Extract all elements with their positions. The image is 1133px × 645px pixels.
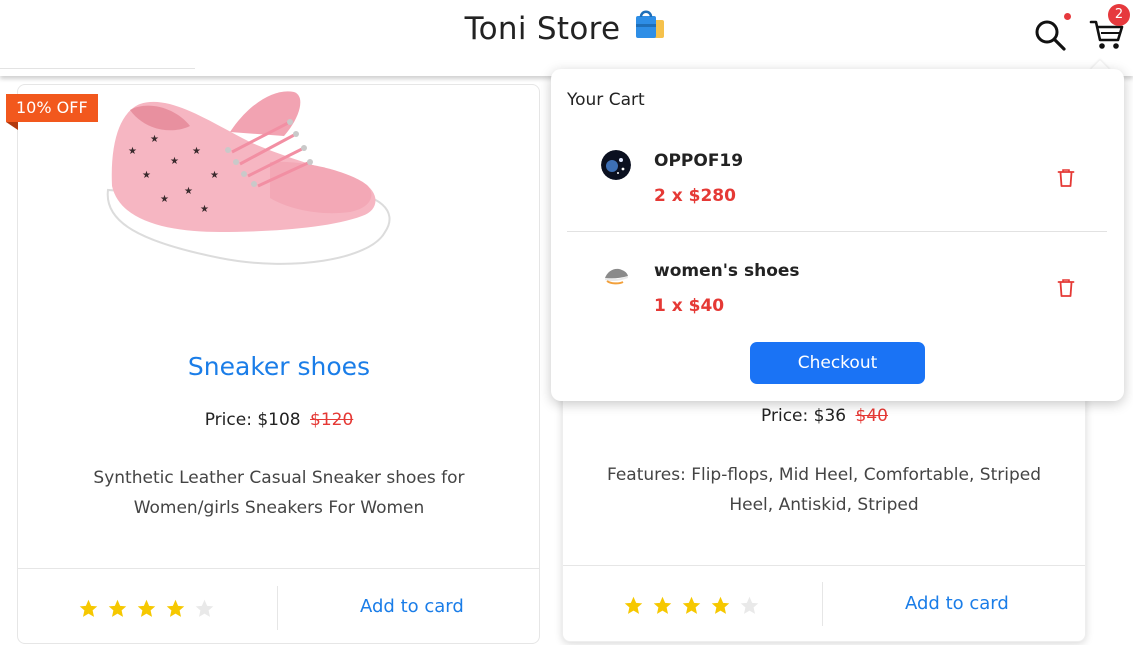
star-icon[interactable] — [681, 595, 702, 616]
add-to-cart-link[interactable]: Add to card — [905, 593, 1009, 614]
svg-text:★: ★ — [200, 204, 209, 215]
cart-heading: Your Cart — [567, 90, 645, 110]
cart-item-name: women's shoes — [654, 261, 800, 281]
cart-item: women's shoes 1 x $40 — [567, 242, 1107, 342]
star-icon[interactable] — [165, 598, 186, 619]
star-icon[interactable] — [107, 598, 128, 619]
cart-dropdown: Your Cart OPPOF19 2 x $280 women's shoes… — [551, 69, 1124, 401]
svg-text:★: ★ — [128, 146, 137, 157]
current-price: Price: $36 — [761, 406, 847, 426]
star-icon[interactable] — [710, 595, 731, 616]
cart-item-thumbnail — [601, 260, 631, 290]
product-description: Features: Flip-flops, Mid Heel, Comforta… — [606, 465, 1042, 515]
product-price: Price: $36 $40 — [563, 406, 1086, 426]
star-icon[interactable] — [136, 598, 157, 619]
old-price: $40 — [855, 406, 888, 426]
top-header: Toni Store 2 — [0, 0, 1133, 76]
shopping-bag-icon — [632, 8, 668, 50]
old-price: $120 — [310, 410, 354, 430]
svg-text:★: ★ — [142, 170, 151, 181]
footer-separator — [277, 586, 278, 630]
cart-item-thumbnail — [601, 150, 631, 180]
trash-icon[interactable] — [1057, 168, 1075, 188]
checkout-button[interactable]: Checkout — [750, 342, 925, 384]
header-underline — [0, 68, 195, 69]
svg-text:★: ★ — [210, 170, 219, 181]
product-title[interactable]: Sneaker shoes — [18, 352, 540, 381]
svg-text:★: ★ — [170, 156, 179, 167]
trash-icon[interactable] — [1057, 278, 1075, 298]
card-footer-divider — [563, 565, 1085, 566]
svg-text:★: ★ — [150, 134, 159, 145]
cart-item-quantity-price: 1 x $40 — [654, 296, 725, 316]
footer-separator — [822, 582, 823, 626]
svg-text:★: ★ — [184, 186, 193, 197]
sneaker-product-image[interactable]: ★ ★ ★ ★ ★ ★ ★ ★ ★ — [100, 82, 460, 282]
discount-badge: 10% OFF — [6, 94, 98, 122]
store-brand[interactable]: Toni Store — [0, 8, 1133, 50]
star-empty-icon[interactable] — [739, 595, 760, 616]
cart-item-name: OPPOF19 — [654, 151, 744, 171]
card-footer-divider — [18, 568, 539, 569]
store-name: Toni Store — [464, 11, 621, 47]
star-icon[interactable] — [623, 595, 644, 616]
star-icon[interactable] — [78, 598, 99, 619]
cart-item: OPPOF19 2 x $280 — [567, 132, 1107, 232]
svg-text:★: ★ — [192, 146, 201, 157]
product-description: Synthetic Leather Casual Sneaker shoes f… — [93, 468, 465, 518]
cart-count-badge: 2 — [1108, 4, 1130, 26]
search-icon[interactable] — [1032, 17, 1068, 53]
add-to-cart-link[interactable]: Add to card — [360, 596, 464, 617]
svg-text:★: ★ — [160, 194, 169, 205]
current-price: Price: $108 — [204, 410, 301, 430]
product-price: Price: $108 $120 — [18, 410, 540, 430]
notification-dot — [1064, 13, 1071, 20]
star-icon[interactable] — [652, 595, 673, 616]
rating-stars[interactable] — [623, 595, 760, 616]
discount-badge-tail — [6, 122, 18, 130]
star-empty-icon[interactable] — [194, 598, 215, 619]
rating-stars[interactable] — [78, 598, 215, 619]
cart-item-quantity-price: 2 x $280 — [654, 186, 736, 206]
